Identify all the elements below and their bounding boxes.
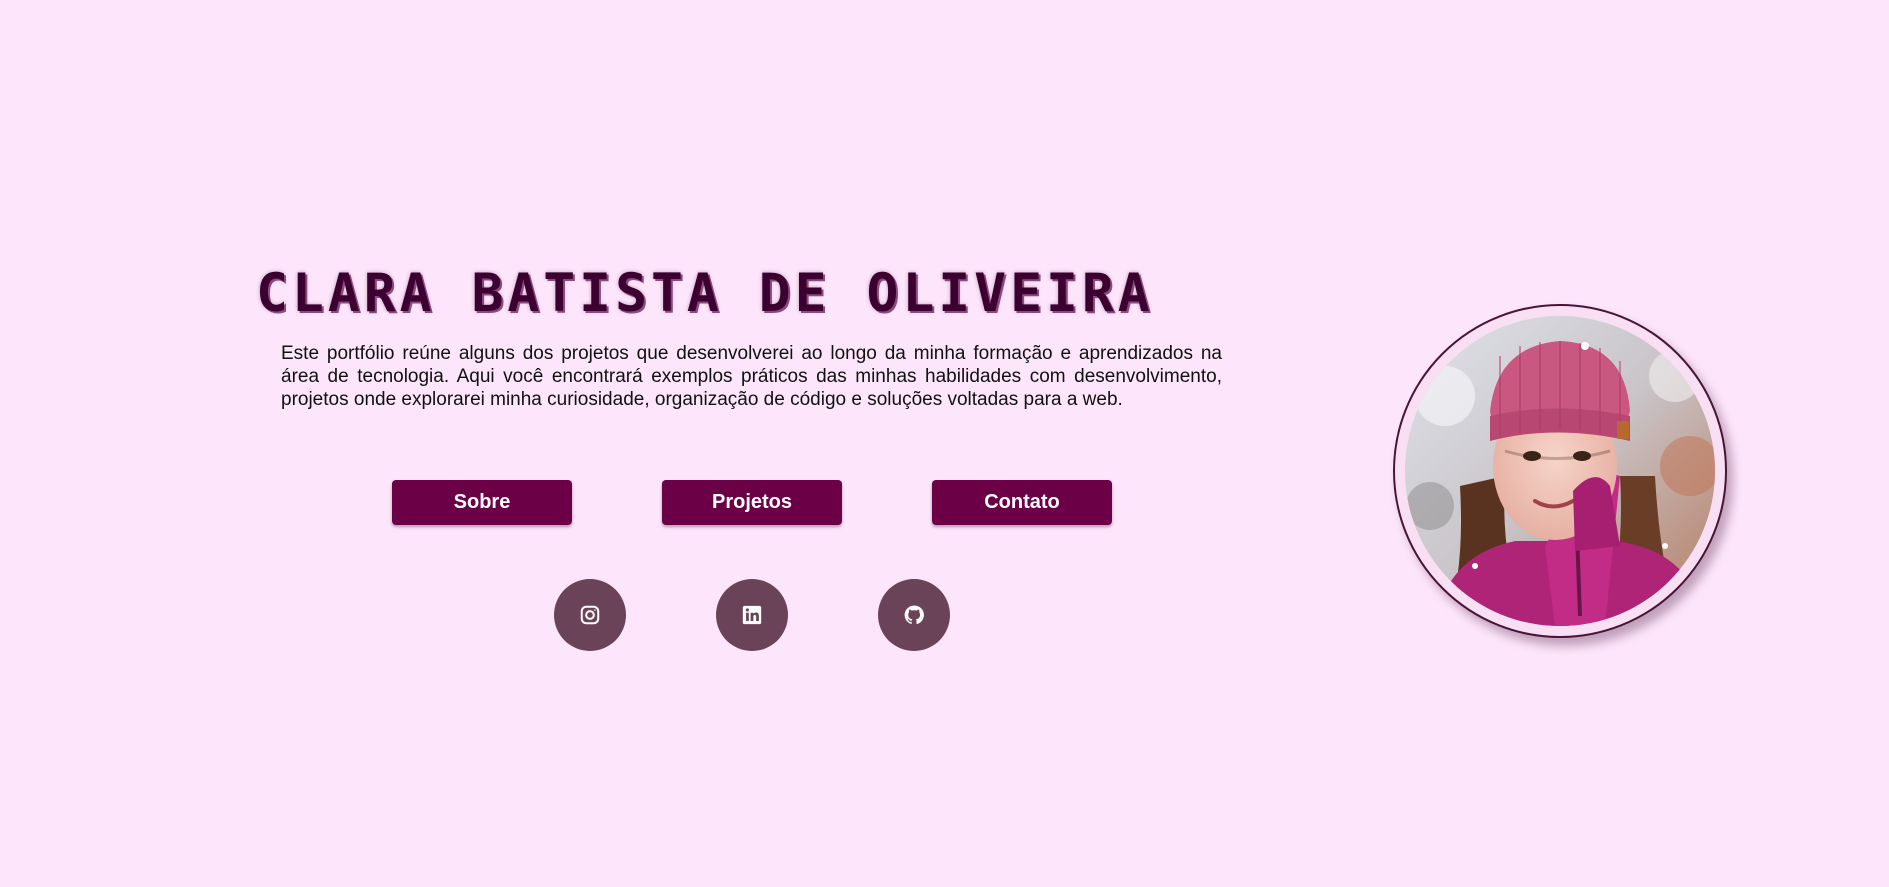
social-links: [554, 579, 950, 651]
instagram-link[interactable]: [554, 579, 626, 651]
nav-buttons: Sobre Projetos Contato: [392, 480, 1112, 525]
profile-photo: [1393, 304, 1727, 638]
profile-portrait: [1405, 316, 1715, 626]
github-icon: [904, 605, 924, 625]
portfolio-home: CLARA BATISTA DE OLIVEIRA Este portfólio…: [0, 0, 1889, 887]
hero-description: Este portfólio reúne alguns dos projetos…: [281, 343, 1222, 410]
github-link[interactable]: [878, 579, 950, 651]
hero-title: CLARA BATISTA DE OLIVEIRA: [256, 263, 1154, 324]
about-button[interactable]: Sobre: [392, 480, 572, 525]
contact-button[interactable]: Contato: [932, 480, 1112, 525]
linkedin-icon: [742, 605, 762, 625]
linkedin-link[interactable]: [716, 579, 788, 651]
projects-button[interactable]: Projetos: [662, 480, 842, 525]
instagram-icon: [580, 605, 600, 625]
